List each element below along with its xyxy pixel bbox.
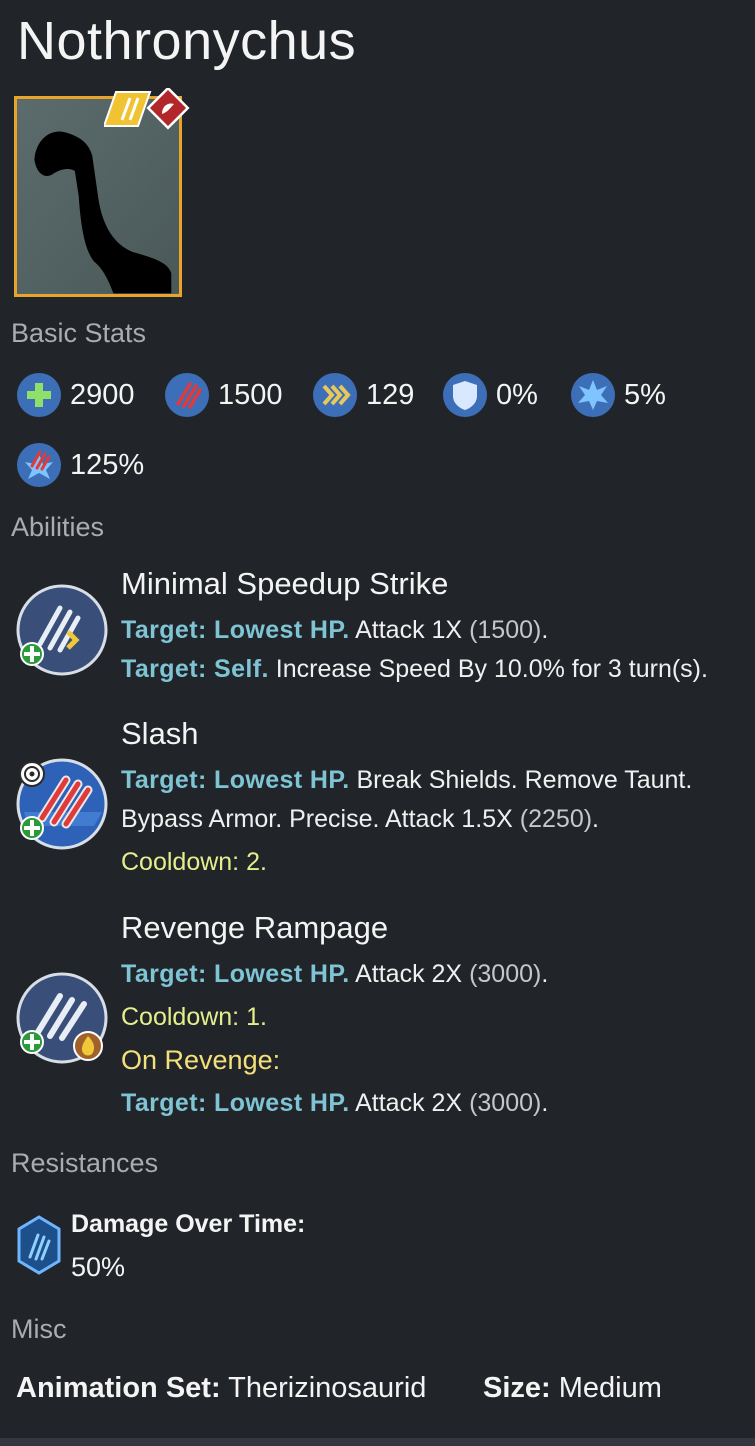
- rarity-legendary-icon: [104, 91, 152, 127]
- class-cunning-icon: [146, 88, 190, 130]
- section-resistances: Resistances: [11, 1148, 159, 1178]
- stat-crit-multiplier: 125%: [16, 442, 144, 488]
- ability-value: (2250): [519, 805, 593, 833]
- ability-line: Target: Self. Increase Speed By 10.0% fo…: [121, 655, 708, 684]
- ability-line: Bypass Armor. Precise. Attack 1.5X (2250…: [121, 805, 599, 834]
- ability-end: .: [592, 805, 599, 833]
- rarity-badges: [104, 88, 190, 130]
- stat-crit-chance-value: 5%: [624, 378, 666, 411]
- size-label: Size:: [483, 1372, 551, 1404]
- crit-multiplier-icon: [17, 443, 61, 487]
- ability-effect: Increase Speed By 10.0% for 3 turn(s).: [268, 655, 708, 683]
- ability-line: Target: Lowest HP. Attack 2X (3000).: [121, 1089, 548, 1118]
- stat-damage: 1500: [164, 372, 283, 418]
- ability-end: .: [541, 1089, 549, 1117]
- section-misc: Misc: [11, 1314, 67, 1344]
- ability-line: Target: Lowest HP. Attack 1X (1500).: [121, 616, 548, 645]
- ability-cooldown: Cooldown: 2.: [121, 848, 267, 876]
- stat-damage-value: 1500: [218, 378, 283, 411]
- revenge-rampage-icon: [16, 972, 108, 1064]
- ability-name: Revenge Rampage: [121, 910, 389, 945]
- section-basic-stats: Basic Stats: [11, 318, 147, 348]
- ability-line: Target: Lowest HP. Attack 2X (3000).: [121, 960, 548, 989]
- animation-set: Animation Set: Therizinosaurid: [16, 1372, 426, 1405]
- stat-crit-multiplier-value: 125%: [70, 448, 145, 481]
- animation-set-value: Therizinosaurid: [220, 1372, 427, 1404]
- ability-target: Target: Lowest HP.: [121, 766, 350, 794]
- ability-name: Minimal Speedup Strike: [121, 566, 449, 601]
- bottom-divider: [0, 1438, 755, 1446]
- stat-health: 2900: [16, 372, 135, 418]
- minimal-speedup-strike-icon: [16, 584, 108, 676]
- ability-target: Target: Lowest HP.: [121, 960, 350, 988]
- armor-icon: [443, 373, 487, 417]
- ability-line: Target: Lowest HP. Break Shields. Remove…: [121, 766, 692, 795]
- ability-effect: Break Shields. Remove Taunt.: [349, 766, 693, 794]
- stat-crit-chance: 5%: [570, 372, 666, 418]
- ability-effect: Attack 2X: [349, 1089, 470, 1117]
- ability-end: .: [541, 616, 549, 644]
- resistance-value: 50%: [71, 1252, 126, 1282]
- ability-target: Target: Lowest HP.: [121, 616, 350, 644]
- creature-name: Nothronychus: [17, 11, 357, 71]
- ability-effect: Attack 1X: [349, 616, 470, 644]
- resistance-name: Damage Over Time:: [71, 1210, 306, 1238]
- ability-end: .: [541, 960, 549, 988]
- speed-icon: [313, 373, 357, 417]
- ability-target: Target: Self.: [121, 655, 269, 683]
- animation-set-label: Animation Set:: [16, 1372, 221, 1404]
- damage-icon: [165, 373, 209, 417]
- ability-revenge-label: On Revenge:: [121, 1045, 281, 1075]
- ability-cooldown: Cooldown: 1.: [121, 1003, 267, 1031]
- section-abilities: Abilities: [11, 512, 105, 542]
- stat-health-value: 2900: [70, 378, 135, 411]
- ability-effect: Attack 2X: [349, 960, 470, 988]
- ability-value: (3000): [469, 960, 542, 988]
- ability-name: Slash: [121, 716, 199, 751]
- health-icon: [17, 373, 61, 417]
- crit-chance-icon: [571, 373, 615, 417]
- stat-armor-value: 0%: [496, 378, 538, 411]
- size-value: Medium: [550, 1372, 662, 1404]
- stat-speed: 129: [312, 372, 414, 418]
- stat-armor: 0%: [442, 372, 538, 418]
- ability-effect: Bypass Armor. Precise. Attack 1.5X: [121, 805, 520, 833]
- ability-value: (3000): [469, 1089, 542, 1117]
- stat-speed-value: 129: [366, 378, 415, 411]
- ability-value: (1500): [469, 616, 542, 644]
- ability-target: Target: Lowest HP.: [121, 1089, 350, 1117]
- size: Size: Medium: [483, 1372, 662, 1405]
- damage-over-time-resistance-icon: [17, 1215, 61, 1275]
- slash-icon: [16, 758, 108, 850]
